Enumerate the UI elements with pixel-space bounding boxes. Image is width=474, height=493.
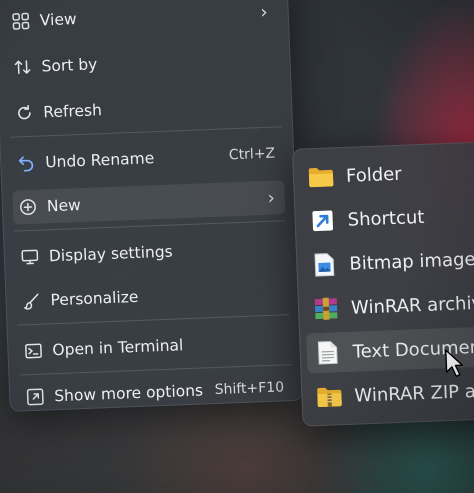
chevron-right-icon: › (267, 187, 276, 209)
menu-item-undo-rename[interactable]: Undo Rename Ctrl+Z (11, 136, 284, 180)
menu-item-view-label: View (39, 10, 77, 30)
terminal-icon (22, 340, 45, 363)
menu-item-personalize-label: Personalize (50, 287, 139, 310)
menu-item-show-more-options-label: Show more options (53, 381, 204, 406)
menu-item-display-settings-label: Display settings (48, 242, 174, 266)
submenu-item-folder[interactable]: Folder (299, 149, 474, 198)
submenu-item-winrar-archive-label: WinRAR archive (350, 291, 474, 319)
menu-item-new[interactable]: New › (12, 180, 286, 225)
winrar-archive-icon (313, 295, 340, 322)
menu-item-open-in-terminal-label: Open in Terminal (52, 336, 184, 360)
menu-item-refresh[interactable]: Refresh (9, 86, 282, 130)
winrar-zip-icon (316, 383, 343, 410)
show-more-options-icon (24, 386, 47, 409)
new-submenu: Folder Shortcut Bitmap image WinRAR arch… (291, 139, 474, 427)
menu-item-new-label: New (46, 196, 82, 216)
submenu-item-folder-label: Folder (345, 163, 403, 187)
submenu-item-winrar-archive[interactable]: WinRAR archive (304, 281, 474, 330)
menu-item-show-more-options[interactable]: Show more options Shift+F10 (20, 370, 293, 414)
submenu-item-shortcut[interactable]: Shortcut (301, 193, 474, 242)
bitmap-image-icon (311, 251, 338, 278)
menu-item-display-settings[interactable]: Display settings (14, 230, 287, 274)
submenu-item-shortcut-label: Shortcut (347, 206, 425, 231)
menu-item-refresh-label: Refresh (43, 101, 103, 122)
display-settings-icon (18, 246, 41, 269)
submenu-item-bitmap-image[interactable]: Bitmap image (303, 237, 474, 286)
shortcut-icon (309, 207, 336, 234)
text-document-icon (314, 339, 341, 366)
submenu-item-bitmap-image-label: Bitmap image (348, 248, 474, 275)
show-more-options-shortcut: Shift+F10 (214, 379, 285, 399)
desktop-scene: View › Sort by Refresh Undo Rename Ctrl+… (0, 0, 474, 493)
chevron-right-icon: › (260, 1, 269, 23)
menu-item-view[interactable]: View › (5, 0, 278, 39)
menu-item-sort-by[interactable]: Sort by (7, 40, 280, 84)
desktop-context-menu: View › Sort by Refresh Undo Rename Ctrl+… (0, 0, 304, 412)
brush-icon (20, 290, 43, 313)
menu-item-undo-rename-label: Undo Rename (44, 149, 155, 172)
sort-icon (11, 56, 34, 79)
menu-item-sort-by-label: Sort by (41, 55, 98, 76)
folder-icon (308, 163, 335, 190)
refresh-icon (13, 102, 36, 125)
undo-shortcut: Ctrl+Z (228, 145, 276, 164)
undo-icon (15, 152, 38, 175)
menu-item-personalize[interactable]: Personalize (16, 274, 289, 318)
new-plus-icon (17, 196, 40, 219)
mouse-cursor-icon (444, 348, 465, 383)
menu-item-open-in-terminal[interactable]: Open in Terminal (18, 324, 291, 368)
grid-view-icon (9, 10, 32, 33)
